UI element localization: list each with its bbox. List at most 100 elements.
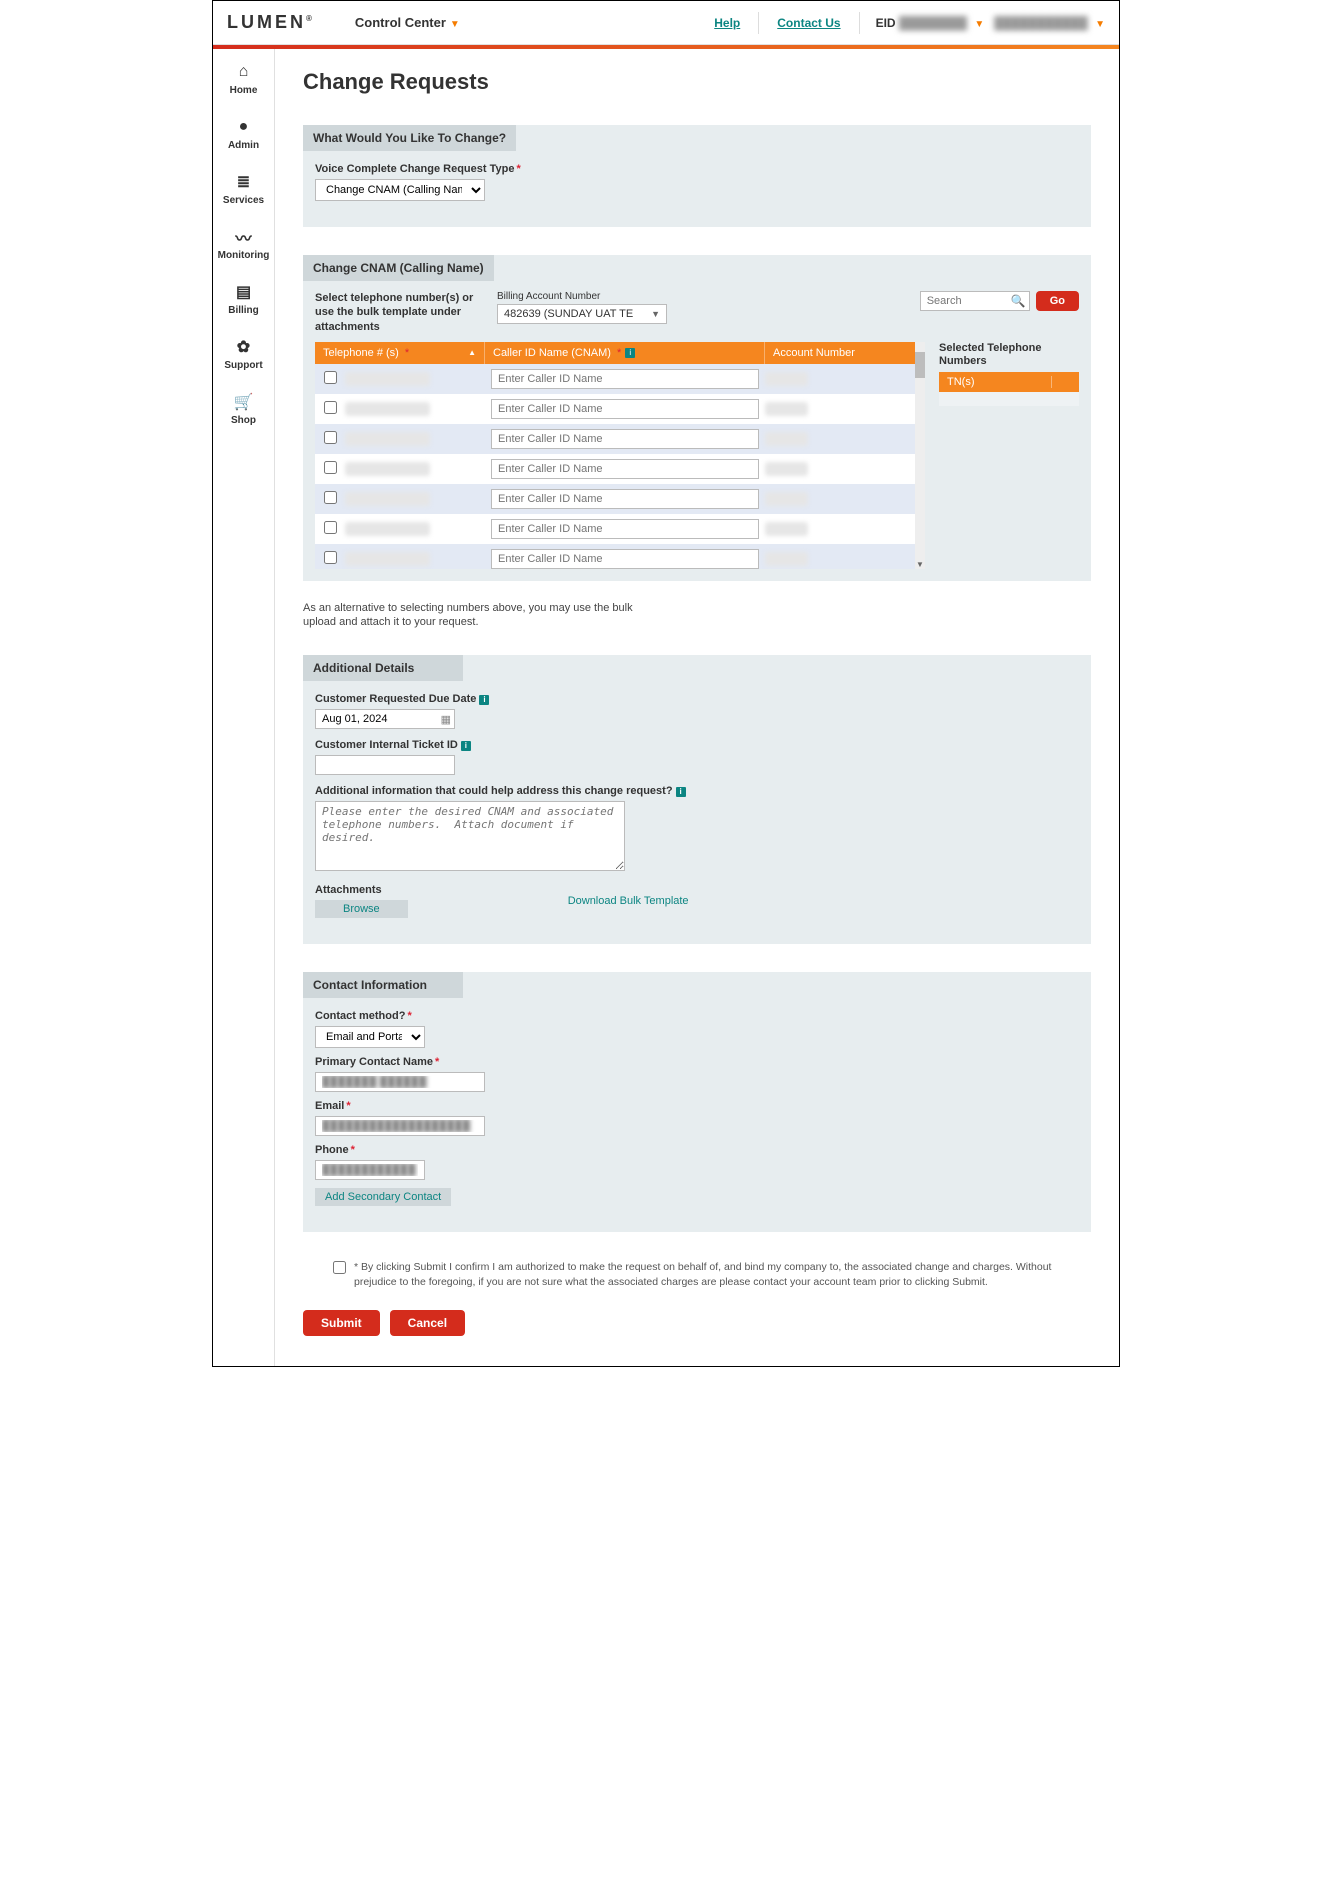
due-date-label: Customer Requested Due Date i	[315, 693, 1079, 705]
telephone-number: ██████████	[345, 522, 430, 536]
row-checkbox[interactable]	[324, 431, 337, 444]
separator	[758, 12, 759, 34]
go-button[interactable]: Go	[1036, 291, 1079, 311]
row-checkbox[interactable]	[324, 461, 337, 474]
sidebar-item-label: Support	[224, 360, 262, 371]
calendar-icon[interactable]: ▦	[441, 713, 451, 726]
help-link[interactable]: Help	[714, 16, 740, 30]
info-icon[interactable]: i	[479, 695, 489, 705]
primary-name-label: Primary Contact Name*	[315, 1056, 1079, 1068]
chevron-down-icon: ▼	[450, 19, 460, 30]
info-icon[interactable]: i	[625, 348, 635, 358]
account-number: █████	[765, 432, 808, 446]
phone-input[interactable]	[315, 1160, 425, 1180]
billing-icon: ▤	[235, 283, 253, 301]
scrollbar[interactable]: ▼	[915, 342, 925, 569]
attachments-label: Attachments	[315, 884, 408, 896]
col-account[interactable]: Account Number	[765, 342, 925, 364]
download-template-link[interactable]: Download Bulk Template	[568, 895, 689, 907]
sidebar-item-admin[interactable]: ● Admin	[213, 118, 274, 151]
ticket-id-input[interactable]	[315, 755, 455, 775]
table-row: ███████████████	[315, 454, 925, 484]
panel-header: What Would You Like To Change?	[303, 125, 516, 151]
contact-method-select[interactable]: Email and Portal	[315, 1026, 425, 1048]
user-menu[interactable]: ███████████ ▼	[994, 16, 1105, 30]
cnam-input[interactable]	[491, 459, 759, 479]
telephone-number: ██████████	[345, 432, 430, 446]
monitoring-icon: 〰	[235, 228, 253, 246]
sidebar-item-label: Admin	[228, 140, 259, 151]
table-row: ███████████████	[315, 544, 925, 569]
cnam-input[interactable]	[491, 519, 759, 539]
product-switcher[interactable]: Control Center▼	[355, 15, 460, 30]
sidebar: ⌂ Home ● Admin ≣ Services 〰 Monitoring ▤…	[213, 49, 275, 1366]
account-number: █████	[765, 462, 808, 476]
chevron-down-icon: ▼	[651, 309, 660, 319]
additional-info-textarea[interactable]	[315, 801, 625, 871]
email-input[interactable]	[315, 1116, 485, 1136]
scroll-down-icon[interactable]: ▼	[915, 560, 925, 569]
sidebar-item-services[interactable]: ≣ Services	[213, 173, 274, 206]
admin-icon: ●	[235, 118, 253, 136]
sidebar-item-label: Monitoring	[218, 250, 270, 261]
sidebar-item-billing[interactable]: ▤ Billing	[213, 283, 274, 316]
ban-select[interactable]: 482639 (SUNDAY UAT TE ▼	[497, 304, 667, 324]
row-checkbox[interactable]	[324, 491, 337, 504]
search-icon: 🔍	[1011, 294, 1026, 308]
main-content: Change Requests What Would You Like To C…	[275, 49, 1119, 1366]
table-row: ███████████████	[315, 484, 925, 514]
account-number: █████	[765, 552, 808, 566]
selected-tn-panel: Selected Telephone Numbers TN(s)	[939, 342, 1079, 569]
logo: LUMEN®	[227, 12, 315, 33]
account-number: █████	[765, 372, 808, 386]
what-change-panel: What Would You Like To Change? Voice Com…	[303, 125, 1091, 227]
telephone-grid: Telephone # (s)* ▲ Caller ID Name (CNAM)…	[315, 342, 925, 569]
sidebar-item-support[interactable]: ✿ Support	[213, 338, 274, 371]
sidebar-item-shop[interactable]: 🛒 Shop	[213, 393, 274, 426]
cnam-input[interactable]	[491, 429, 759, 449]
page-title: Change Requests	[303, 69, 1091, 95]
browse-button[interactable]: Browse	[315, 900, 408, 918]
primary-name-input[interactable]	[315, 1072, 485, 1092]
row-checkbox[interactable]	[324, 371, 337, 384]
email-label: Email*	[315, 1100, 1079, 1112]
panel-header: Change CNAM (Calling Name)	[303, 255, 494, 281]
eid-menu[interactable]: EID ████████ ▼	[876, 16, 985, 30]
info-icon[interactable]: i	[461, 741, 471, 751]
selected-tn-title: Selected Telephone Numbers	[939, 342, 1079, 368]
sidebar-item-monitoring[interactable]: 〰 Monitoring	[213, 228, 274, 261]
info-icon[interactable]: i	[676, 787, 686, 797]
cnam-input[interactable]	[491, 399, 759, 419]
scroll-thumb[interactable]	[915, 352, 925, 378]
col-telephone[interactable]: Telephone # (s)* ▲	[315, 342, 485, 364]
row-checkbox[interactable]	[324, 521, 337, 534]
change-type-label: Voice Complete Change Request Type*	[315, 163, 1079, 175]
selected-tn-body	[939, 392, 1079, 406]
shop-icon: 🛒	[235, 393, 253, 411]
confirm-text: * By clicking Submit I confirm I am auth…	[354, 1260, 1061, 1289]
bulk-note: As an alternative to selecting numbers a…	[303, 601, 633, 630]
phone-label: Phone*	[315, 1144, 1079, 1156]
submit-button[interactable]: Submit	[303, 1310, 380, 1336]
contact-link[interactable]: Contact Us	[777, 16, 840, 30]
add-secondary-contact-button[interactable]: Add Secondary Contact	[315, 1188, 451, 1206]
table-row: ███████████████	[315, 394, 925, 424]
cancel-button[interactable]: Cancel	[390, 1310, 465, 1336]
header: LUMEN® Control Center▼ Help Contact Us E…	[213, 1, 1119, 45]
col-cnam[interactable]: Caller ID Name (CNAM)* i	[485, 342, 765, 364]
cnam-input[interactable]	[491, 489, 759, 509]
cnam-input[interactable]	[491, 549, 759, 569]
due-date-input[interactable]	[315, 709, 455, 729]
row-checkbox[interactable]	[324, 551, 337, 564]
sidebar-item-label: Home	[230, 85, 258, 96]
ban-label: Billing Account Number	[497, 291, 667, 302]
row-checkbox[interactable]	[324, 401, 337, 414]
account-number: █████	[765, 522, 808, 536]
contact-info-panel: Contact Information Contact method?* Ema…	[303, 972, 1091, 1232]
cnam-input[interactable]	[491, 369, 759, 389]
change-type-select[interactable]: Change CNAM (Calling Nam	[315, 179, 485, 201]
services-icon: ≣	[235, 173, 253, 191]
confirm-checkbox[interactable]	[333, 1261, 346, 1274]
account-number: █████	[765, 402, 808, 416]
sidebar-item-home[interactable]: ⌂ Home	[213, 63, 274, 96]
